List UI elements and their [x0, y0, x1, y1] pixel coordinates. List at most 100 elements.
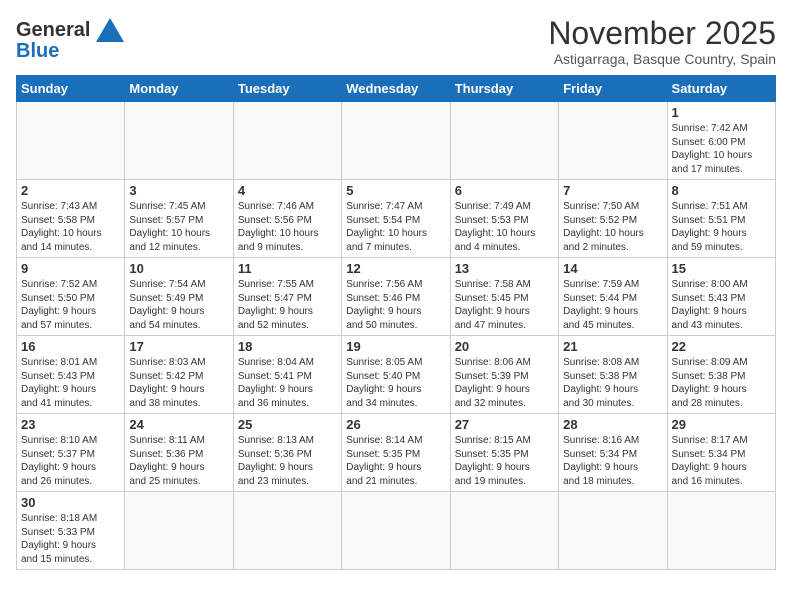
day-cell: 3Sunrise: 7:45 AM Sunset: 5:57 PM Daylig… [125, 180, 233, 258]
title-area: November 2025 Astigarraga, Basque Countr… [548, 16, 776, 67]
day-number: 3 [129, 183, 228, 198]
col-header-thursday: Thursday [450, 76, 558, 102]
day-sun-info: Sunrise: 7:49 AM Sunset: 5:53 PM Dayligh… [455, 200, 554, 254]
day-sun-info: Sunrise: 7:59 AM Sunset: 5:44 PM Dayligh… [563, 278, 662, 332]
day-sun-info: Sunrise: 7:58 AM Sunset: 5:45 PM Dayligh… [455, 278, 554, 332]
day-sun-info: Sunrise: 8:10 AM Sunset: 5:37 PM Dayligh… [21, 434, 120, 488]
day-sun-info: Sunrise: 8:04 AM Sunset: 5:41 PM Dayligh… [238, 356, 337, 410]
day-sun-info: Sunrise: 8:05 AM Sunset: 5:40 PM Dayligh… [346, 356, 445, 410]
day-cell: 6 Sunrise: 7:49 AM Sunset: 5:53 PM Daylig… [450, 180, 558, 258]
day-cell [667, 492, 775, 570]
day-number: 29 [672, 417, 771, 432]
day-number: 8 [672, 183, 771, 198]
day-cell: 12Sunrise: 7:56 AM Sunset: 5:46 PM Dayli… [342, 258, 450, 336]
col-header-friday: Friday [559, 76, 667, 102]
col-header-tuesday: Tuesday [233, 76, 341, 102]
day-cell: 14 Sunrise: 7:59 AM Sunset: 5:44 PM Dayli… [559, 258, 667, 336]
day-sun-info: Sunrise: 8:09 AM Sunset: 5:38 PM Dayligh… [672, 356, 771, 410]
week-row-6: 30 Sunrise: 8:18 AM Sunset: 5:33 PM Dayli… [17, 492, 776, 570]
day-cell [125, 492, 233, 570]
calendar-table: SundayMondayTuesdayWednesdayThursdayFrid… [16, 75, 776, 570]
day-cell [17, 102, 125, 180]
col-header-saturday: Saturday [667, 76, 775, 102]
day-cell: 23Sunrise: 8:10 AM Sunset: 5:37 PM Dayli… [17, 414, 125, 492]
day-cell: 7Sunrise: 7:50 AM Sunset: 5:52 PM Daylig… [559, 180, 667, 258]
day-cell [559, 102, 667, 180]
day-sun-info: Sunrise: 8:03 AM Sunset: 5:42 PM Dayligh… [129, 356, 228, 410]
day-sun-info: Sunrise: 7:56 AM Sunset: 5:46 PM Dayligh… [346, 278, 445, 332]
day-sun-info: Sunrise: 8:15 AM Sunset: 5:35 PM Dayligh… [455, 434, 554, 488]
day-sun-info: Sunrise: 7:47 AM Sunset: 5:54 PM Dayligh… [346, 200, 445, 254]
day-number: 18 [238, 339, 337, 354]
day-cell [125, 102, 233, 180]
location-subtitle: Astigarraga, Basque Country, Spain [548, 51, 776, 67]
day-cell: 26Sunrise: 8:14 AM Sunset: 5:35 PM Dayli… [342, 414, 450, 492]
day-cell: 21 Sunrise: 8:08 AM Sunset: 5:38 PM Dayli… [559, 336, 667, 414]
day-cell: 17Sunrise: 8:03 AM Sunset: 5:42 PM Dayli… [125, 336, 233, 414]
day-cell: 4Sunrise: 7:46 AM Sunset: 5:56 PM Daylig… [233, 180, 341, 258]
day-number: 19 [346, 339, 445, 354]
day-sun-info: Sunrise: 8:11 AM Sunset: 5:36 PM Dayligh… [129, 434, 228, 488]
col-header-wednesday: Wednesday [342, 76, 450, 102]
day-number: 9 [21, 261, 120, 276]
col-header-sunday: Sunday [17, 76, 125, 102]
day-number: 11 [238, 261, 337, 276]
day-cell: 28 Sunrise: 8:16 AM Sunset: 5:34 PM Dayli… [559, 414, 667, 492]
day-sun-info: Sunrise: 7:43 AM Sunset: 5:58 PM Dayligh… [21, 200, 120, 254]
day-cell [233, 492, 341, 570]
week-row-1: 1Sunrise: 7:42 AM Sunset: 6:00 PM Daylig… [17, 102, 776, 180]
day-cell: 9 Sunrise: 7:52 AM Sunset: 5:50 PM Daylig… [17, 258, 125, 336]
day-cell: 24 Sunrise: 8:11 AM Sunset: 5:36 PM Dayli… [125, 414, 233, 492]
day-number: 30 [21, 495, 120, 510]
day-number: 25 [238, 417, 337, 432]
day-cell: 13Sunrise: 7:58 AM Sunset: 5:45 PM Dayli… [450, 258, 558, 336]
day-sun-info: Sunrise: 7:55 AM Sunset: 5:47 PM Dayligh… [238, 278, 337, 332]
day-number: 27 [455, 417, 554, 432]
day-cell: 25 Sunrise: 8:13 AM Sunset: 5:36 PM Dayli… [233, 414, 341, 492]
day-sun-info: Sunrise: 7:52 AM Sunset: 5:50 PM Dayligh… [21, 278, 120, 332]
day-sun-info: Sunrise: 7:51 AM Sunset: 5:51 PM Dayligh… [672, 200, 771, 254]
day-number: 1 [672, 105, 771, 120]
day-number: 6 [455, 183, 554, 198]
logo: General Blue [16, 16, 126, 63]
day-cell: 27 Sunrise: 8:15 AM Sunset: 5:35 PM Dayli… [450, 414, 558, 492]
day-cell: 16 Sunrise: 8:01 AM Sunset: 5:43 PM Dayli… [17, 336, 125, 414]
day-number: 16 [21, 339, 120, 354]
day-number: 14 [563, 261, 662, 276]
header: General Blue November 2025 Astigarraga, … [16, 16, 776, 67]
day-number: 24 [129, 417, 228, 432]
day-number: 20 [455, 339, 554, 354]
day-sun-info: Sunrise: 8:16 AM Sunset: 5:34 PM Dayligh… [563, 434, 662, 488]
day-number: 22 [672, 339, 771, 354]
logo-icon [94, 16, 126, 44]
week-row-3: 9 Sunrise: 7:52 AM Sunset: 5:50 PM Daylig… [17, 258, 776, 336]
day-sun-info: Sunrise: 8:06 AM Sunset: 5:39 PM Dayligh… [455, 356, 554, 410]
day-sun-info: Sunrise: 8:01 AM Sunset: 5:43 PM Dayligh… [21, 356, 120, 410]
day-cell: 20 Sunrise: 8:06 AM Sunset: 5:39 PM Dayli… [450, 336, 558, 414]
day-sun-info: Sunrise: 8:14 AM Sunset: 5:35 PM Dayligh… [346, 434, 445, 488]
week-row-4: 16 Sunrise: 8:01 AM Sunset: 5:43 PM Dayli… [17, 336, 776, 414]
day-number: 2 [21, 183, 120, 198]
day-cell [450, 492, 558, 570]
logo-general: General [16, 19, 90, 42]
col-header-monday: Monday [125, 76, 233, 102]
day-number: 21 [563, 339, 662, 354]
day-cell: 1Sunrise: 7:42 AM Sunset: 6:00 PM Daylig… [667, 102, 775, 180]
day-sun-info: Sunrise: 8:18 AM Sunset: 5:33 PM Dayligh… [21, 512, 120, 566]
day-cell: 10 Sunrise: 7:54 AM Sunset: 5:49 PM Dayli… [125, 258, 233, 336]
day-number: 10 [129, 261, 228, 276]
day-cell: 15Sunrise: 8:00 AM Sunset: 5:43 PM Dayli… [667, 258, 775, 336]
day-number: 7 [563, 183, 662, 198]
day-number: 28 [563, 417, 662, 432]
day-sun-info: Sunrise: 8:13 AM Sunset: 5:36 PM Dayligh… [238, 434, 337, 488]
month-title: November 2025 [548, 16, 776, 51]
day-sun-info: Sunrise: 7:46 AM Sunset: 5:56 PM Dayligh… [238, 200, 337, 254]
day-cell [342, 102, 450, 180]
day-sun-info: Sunrise: 8:17 AM Sunset: 5:34 PM Dayligh… [672, 434, 771, 488]
day-sun-info: Sunrise: 8:08 AM Sunset: 5:38 PM Dayligh… [563, 356, 662, 410]
logo-blue: Blue [16, 40, 59, 63]
day-cell [559, 492, 667, 570]
week-row-5: 23Sunrise: 8:10 AM Sunset: 5:37 PM Dayli… [17, 414, 776, 492]
day-sun-info: Sunrise: 7:54 AM Sunset: 5:49 PM Dayligh… [129, 278, 228, 332]
calendar-header-row: SundayMondayTuesdayWednesdayThursdayFrid… [17, 76, 776, 102]
